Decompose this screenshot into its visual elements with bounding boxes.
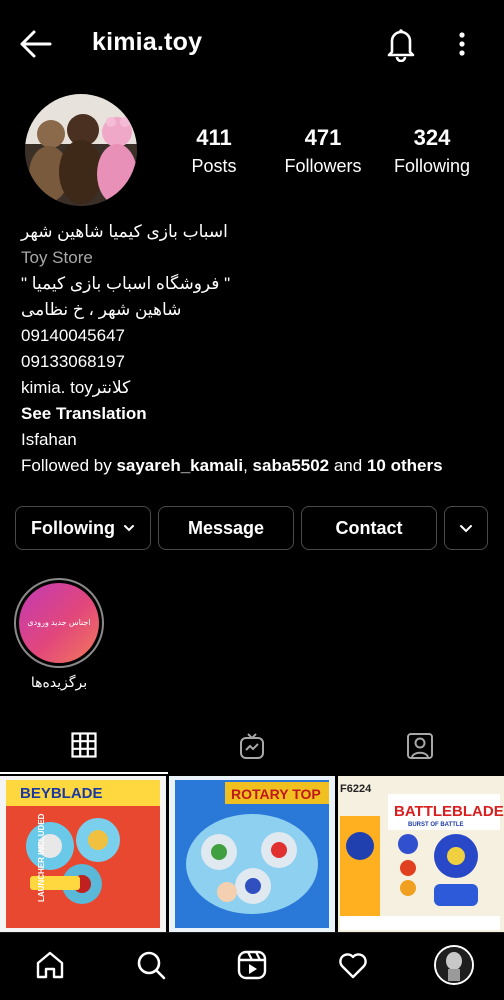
- tagged-person-icon: [407, 733, 433, 759]
- nav-profile[interactable]: [434, 945, 474, 985]
- following-button-label: Following: [31, 517, 115, 538]
- profile-avatar-image: [436, 947, 472, 983]
- tab-tagged[interactable]: [336, 718, 504, 774]
- profile-tabs: [0, 718, 504, 774]
- bio-line-address: شاهین شهر ، خ نظامی: [21, 300, 182, 319]
- bell-icon[interactable]: [384, 26, 418, 62]
- profile-name: اسباب بازی کیمیا شاهین شهر: [21, 222, 228, 241]
- story-highlight[interactable]: اجناس جدید ورودی برگزیده‌ها: [14, 578, 104, 690]
- followed-by-others[interactable]: 10 others: [367, 456, 443, 475]
- post-thumbnail[interactable]: F6224 BATTLEBLADE BURST OF BATTLE: [338, 776, 504, 932]
- profile-avatar: [434, 945, 474, 985]
- followed-by-and: and: [329, 456, 367, 475]
- post-thumbnail[interactable]: BEYBLADE LAUNCHER INCLUDED: [0, 776, 166, 932]
- suggested-users-button[interactable]: [444, 506, 488, 550]
- followed-by-prefix: Followed by: [21, 456, 117, 475]
- top-bar: kimia.toy: [0, 0, 504, 88]
- following-button[interactable]: Following: [15, 506, 151, 550]
- message-button[interactable]: Message: [158, 506, 294, 550]
- post-subtitle: LAUNCHER INCLUDED: [37, 813, 46, 902]
- rotary-top-post-image: ROTARY TOP: [169, 776, 335, 932]
- highlight-ring: اجناس جدید ورودی: [14, 578, 104, 668]
- following-label: Following: [393, 156, 471, 176]
- see-translation-link[interactable]: See Translation: [21, 401, 491, 427]
- more-vertical-icon[interactable]: [452, 28, 472, 60]
- search-icon: [137, 951, 166, 980]
- profile-username: kimia.toy: [92, 28, 203, 56]
- teddy-bears-avatar: [25, 94, 137, 206]
- beyblade-post-image: BEYBLADE LAUNCHER INCLUDED: [0, 776, 166, 932]
- profile-category: Toy Store: [21, 248, 93, 267]
- home-icon: [36, 951, 64, 979]
- post-title: BATTLEBLADE: [394, 803, 504, 820]
- bottom-navigation: [0, 932, 504, 1000]
- chevron-down-icon: [123, 525, 134, 532]
- followers-stat[interactable]: 471 Followers: [278, 124, 368, 180]
- post-grid: BEYBLADE LAUNCHER INCLUDED ROTARY TOP F6…: [0, 776, 504, 932]
- reels-tv-icon: [240, 733, 264, 759]
- tab-grid[interactable]: [0, 718, 168, 774]
- posts-stat[interactable]: 411 Posts: [178, 124, 250, 180]
- followed-by-line[interactable]: Followed by sayareh_kamali, saba5502 and…: [21, 453, 491, 479]
- followed-by-user-2[interactable]: saba5502: [253, 456, 330, 475]
- post-title: BEYBLADE: [20, 785, 103, 802]
- profile-bio: اسباب بازی کیمیا شاهین شهر Toy Store " ف…: [21, 219, 491, 479]
- grid-icon: [71, 732, 97, 758]
- followers-label: Followers: [284, 156, 362, 176]
- following-count: 324: [413, 125, 451, 150]
- highlight-cover: اجناس جدید ورودی: [19, 583, 99, 663]
- chevron-down-icon: [460, 525, 472, 533]
- contact-button-label: Contact: [335, 517, 403, 538]
- post-subtitle: BURST OF BATTLE: [408, 822, 464, 828]
- followed-by-user-1[interactable]: sayareh_kamali: [116, 456, 243, 475]
- posts-count: 411: [196, 125, 232, 150]
- nav-reels[interactable]: [232, 945, 272, 985]
- profile-location[interactable]: Isfahan: [21, 427, 491, 453]
- nav-search[interactable]: [131, 945, 171, 985]
- heart-icon: [339, 953, 367, 979]
- followers-count: 471: [304, 125, 342, 150]
- highlight-label: برگزیده‌ها: [30, 674, 88, 690]
- contact-button[interactable]: Contact: [301, 506, 437, 550]
- tab-reels[interactable]: [168, 718, 336, 774]
- bio-phone-2[interactable]: 09133068197: [21, 349, 491, 375]
- following-stat[interactable]: 324 Following: [388, 124, 476, 180]
- nav-home[interactable]: [30, 945, 70, 985]
- battleblade-post-image: F6224 BATTLEBLADE BURST OF BATTLE: [338, 776, 504, 932]
- post-thumbnail[interactable]: ROTARY TOP: [169, 776, 335, 932]
- followed-by-separator: ,: [243, 456, 253, 475]
- nav-activity[interactable]: [333, 945, 373, 985]
- profile-avatar[interactable]: [25, 94, 137, 206]
- bio-line-handle: کلانترkimia. toy: [21, 378, 131, 397]
- bio-phone-1[interactable]: 09140045647: [21, 323, 491, 349]
- message-button-label: Message: [187, 517, 265, 538]
- arrow-left-icon[interactable]: [18, 28, 54, 60]
- post-title: ROTARY TOP: [231, 786, 321, 802]
- posts-label: Posts: [191, 156, 237, 176]
- post-code: F6224: [340, 783, 372, 795]
- reels-icon: [237, 950, 267, 980]
- bio-line-store: " فروشگاه اسباب بازی کیمیا ": [21, 274, 231, 293]
